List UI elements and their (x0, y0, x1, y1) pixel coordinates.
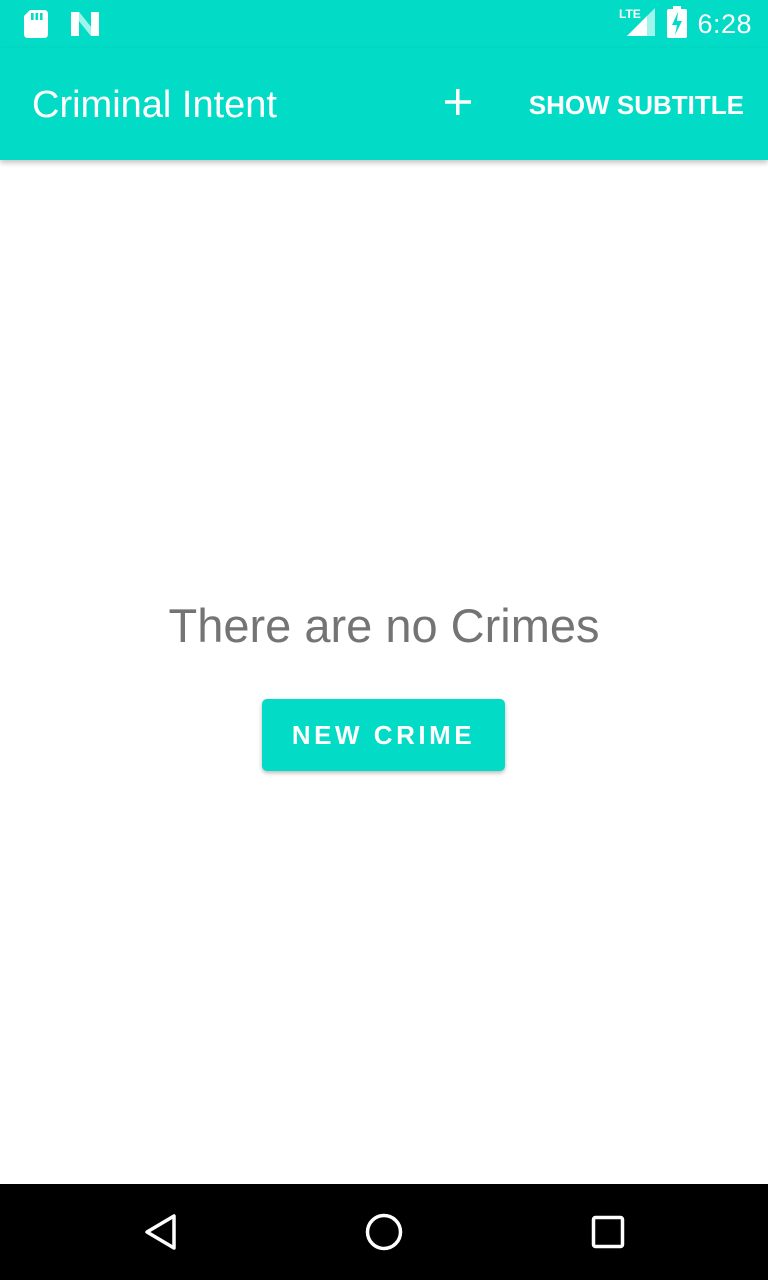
back-icon (145, 1214, 176, 1250)
status-bar: LTE 6:28 (0, 0, 768, 48)
sd-card-icon (24, 10, 48, 43)
plus-icon (445, 89, 471, 115)
home-button[interactable] (360, 1208, 408, 1256)
show-subtitle-button[interactable]: SHOW SUBTITLE (529, 88, 744, 122)
back-button[interactable] (136, 1208, 184, 1256)
status-right-icons: LTE 6:28 (619, 5, 752, 43)
status-time: 6:28 (697, 8, 752, 39)
new-crime-button[interactable]: NEW CRIME (262, 699, 505, 771)
add-crime-button[interactable] (434, 78, 482, 126)
navigation-bar (0, 1184, 768, 1280)
home-icon (365, 1213, 403, 1251)
lte-signal-icon: LTE (619, 6, 657, 43)
battery-charging-icon (667, 5, 688, 43)
empty-state-message: There are no Crimes (168, 599, 600, 652)
recents-button[interactable] (584, 1208, 632, 1256)
app-title: Criminal Intent (32, 84, 277, 126)
app-bar: Criminal Intent SHOW SUBTITLE (0, 48, 768, 160)
recents-icon (591, 1215, 625, 1249)
svg-text:LTE: LTE (619, 7, 641, 21)
n-notification-icon (70, 10, 100, 43)
status-left-icons (24, 10, 100, 43)
